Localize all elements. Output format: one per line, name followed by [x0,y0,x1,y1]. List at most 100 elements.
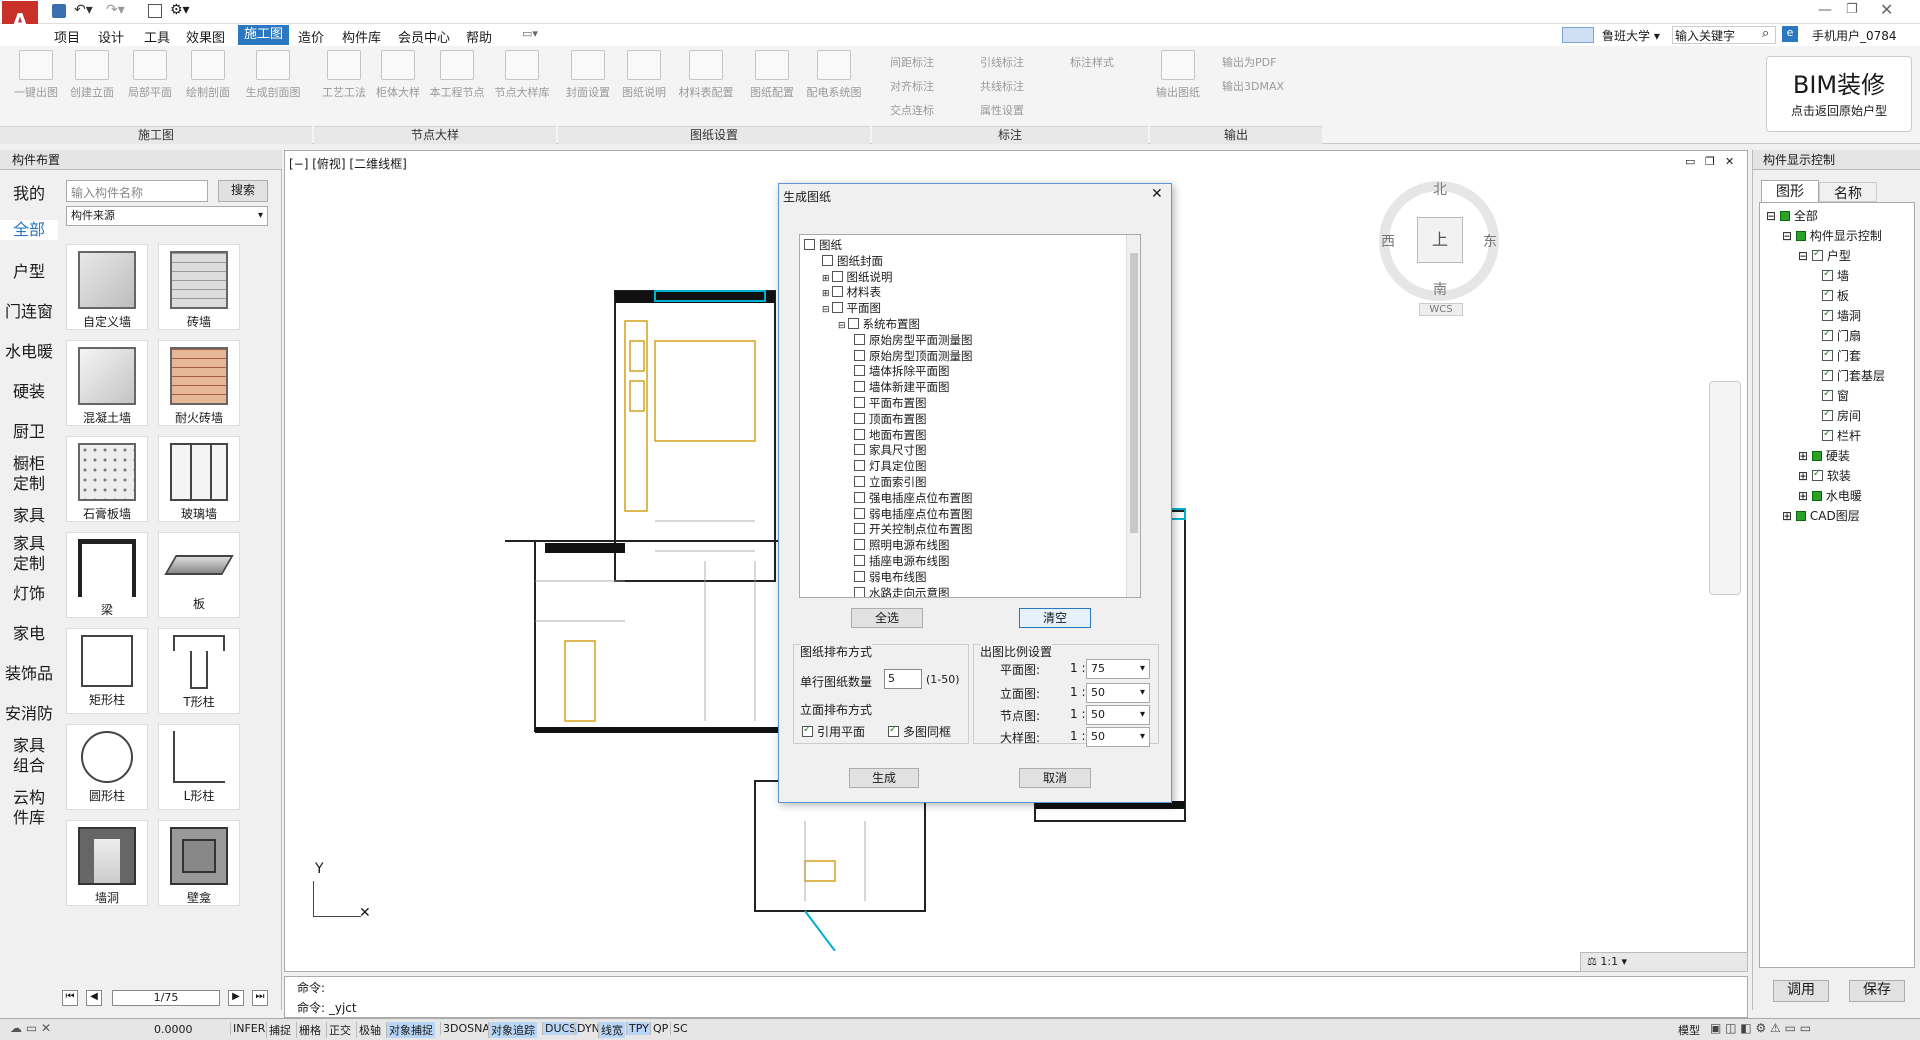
checkbox[interactable] [1822,408,1833,421]
checkbox[interactable] [1822,288,1833,301]
expand-icon[interactable]: ⊞ [822,289,830,299]
window-close-icon[interactable]: ✕ [1880,0,1893,19]
menu-item-tools[interactable]: 工具 [144,27,170,46]
checkbox[interactable] [1822,388,1833,401]
source-dropdown[interactable]: 构件来源 [66,206,268,226]
tile-gypsum-wall[interactable]: 石膏板墙 [66,436,148,522]
expand-icon[interactable]: ⊟ [822,305,830,315]
drawing-tree-item[interactable]: 地面布置图 [854,427,927,443]
drawing-tree-item[interactable]: 图纸 [804,237,842,253]
drawing-tree-item[interactable]: 原始房型平面测量图 [854,332,973,348]
status-object-snap[interactable]: 对象捕捉 [386,1022,435,1038]
checkbox[interactable] [854,381,865,393]
expand-icon[interactable]: ⊟ [838,321,846,331]
redo-icon[interactable]: ↷▾ [106,2,125,18]
menu-item-component-lib[interactable]: 构件库 [342,27,381,46]
view-toggle-icon[interactable] [1562,27,1594,43]
status-object-track[interactable]: 对象追踪 [488,1022,537,1038]
category-lighting[interactable]: 灯饰 [0,584,58,604]
drawing-tree-item[interactable]: 水路走向示意图 [854,585,950,597]
category-door-window[interactable]: 门连窗 [0,302,58,322]
drawing-tree-item[interactable]: 图纸封面 [822,253,883,269]
status-ducs[interactable]: DUCS [542,1022,579,1035]
checkbox[interactable] [847,318,859,329]
next-page-button[interactable]: ▶ [228,990,244,1006]
tree-node-hard-decor[interactable]: ⊞ 硬装 [1798,447,1850,464]
ribbon-draw-section[interactable]: 绘制剖面 [180,50,236,100]
tile-rect-column[interactable]: 矩形柱 [66,628,148,714]
window-icons[interactable]: ☁ ▭ ✕ [10,1021,51,1035]
status-tpy[interactable]: TPY [626,1022,651,1035]
ribbon-cover-settings[interactable]: 封面设置 [560,50,616,100]
category-mine[interactable]: 我的 [0,184,58,204]
checkbox[interactable] [854,428,865,440]
ribbon-collinear-dim[interactable]: 共线标注 [980,78,1024,94]
tile-l-column[interactable]: L形柱 [158,724,240,810]
category-appliance[interactable]: 家电 [0,624,58,644]
tab-name[interactable]: 名称 [1819,182,1877,202]
print-icon[interactable] [148,4,162,18]
drawing-tree-item[interactable]: 墙体拆除平面图 [854,363,950,379]
drawing-tree-item[interactable]: 顶面布置图 [854,411,927,427]
checkbox[interactable] [1811,468,1823,481]
ribbon-power-system[interactable]: 配电系统图 [802,50,866,100]
ribbon-node-library[interactable]: 节点大样库 [490,50,554,100]
category-furniture-combo[interactable]: 家具组合 [0,736,58,776]
tile-glass-wall[interactable]: 玻璃墙 [158,436,240,522]
viewport-label[interactable]: [−] [俯视] [二维线框] [289,155,407,172]
menu-item-cost[interactable]: 造价 [298,27,324,46]
node-scale-select[interactable]: 50 [1086,705,1150,725]
checkbox[interactable] [831,270,843,282]
checkbox[interactable] [854,476,865,487]
tile-beam[interactable]: 梁 [66,532,148,618]
drawing-tree-item[interactable]: 平面布置图 [854,395,927,411]
generate-button[interactable]: 生成 [849,768,919,788]
menu-item-construction[interactable]: 施工图 [238,25,290,45]
tile-t-column[interactable]: T形柱 [158,628,240,714]
drawing-tree-item[interactable]: 家具尺寸图 [854,442,927,458]
ribbon-drawing-notes[interactable]: 图纸说明 [616,50,672,100]
tile-fire-brick-wall[interactable]: 耐火砖墙 [158,340,240,426]
select-all-button[interactable]: 全选 [851,608,923,628]
ribbon-generate-section[interactable]: 生成剖面图 [238,50,308,100]
clear-button[interactable]: 清空 [1019,608,1091,628]
ribbon-material-config[interactable]: 材料表配置 [674,50,738,100]
status-sc[interactable]: SC [670,1022,690,1035]
checkbox[interactable] [854,444,865,456]
checkbox[interactable] [1822,368,1833,381]
annotation-scale[interactable]: ⚖ 1:1 ▾ [1580,952,1748,972]
tree-node-door-casing[interactable]: 门套 [1822,347,1861,364]
category-cloud-lib[interactable]: 云构件库 [0,788,58,828]
status-infer[interactable]: INFER [230,1022,267,1035]
compass-west[interactable]: 西 [1381,231,1395,251]
app-e-icon[interactable]: e [1782,26,1798,42]
ribbon-partial-plan[interactable]: 局部平面 [122,50,178,100]
search-button[interactable]: 搜索 [218,180,268,202]
keyword-search-input[interactable]: 输入关键字 [1672,26,1776,44]
status-ortho[interactable]: 正交 [326,1022,353,1038]
drawing-tree-item[interactable]: 立面索引图 [854,474,927,490]
drawing-tree-item[interactable]: 墙体新建平面图 [854,379,950,395]
checkbox[interactable] [854,412,865,424]
checkbox[interactable] [854,333,865,345]
drawing-tree-item[interactable]: 弱电布线图 [854,569,927,585]
checkbox[interactable] [822,254,833,266]
dialog-close-icon[interactable]: ✕ [1151,186,1163,202]
category-kitchen-bath[interactable]: 厨卫 [0,422,58,442]
drawing-tree-item[interactable]: 灯具定位图 [854,458,927,474]
ribbon-project-node[interactable]: 本工程节点 [424,50,490,100]
checkbox[interactable] [854,555,865,566]
tree-node-all[interactable]: ⊟ 全部 [1766,207,1818,224]
tree-scrollbar[interactable] [1126,235,1140,597]
save-button[interactable]: 保存 [1849,980,1905,1002]
compass-north[interactable]: 北 [1433,179,1447,199]
ribbon-craft[interactable]: 工艺工法 [316,50,372,100]
status-lineweight[interactable]: 线宽 [598,1022,625,1038]
extra-dropdown-icon[interactable]: ▭▾ [522,27,538,40]
drawing-tree-item[interactable]: 照明电源布线图 [854,537,950,553]
compass-south[interactable]: 南 [1433,279,1447,299]
menu-item-render[interactable]: 效果图 [186,27,225,46]
ribbon-export-pdf[interactable]: 输出为PDF [1222,54,1276,70]
checkbox[interactable] [854,365,865,377]
category-fire-safety[interactable]: 安消防 [0,704,58,724]
